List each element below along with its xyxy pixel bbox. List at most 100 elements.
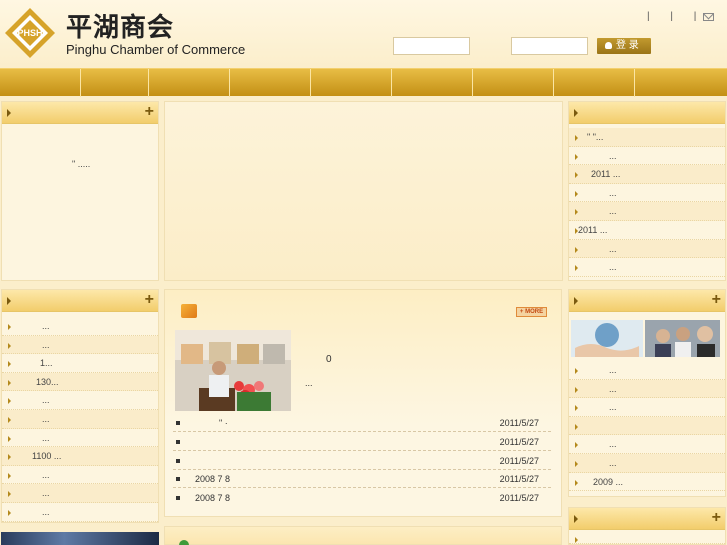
bullet-icon xyxy=(575,368,578,374)
globe-hands-photo[interactable] xyxy=(571,320,643,357)
center-news-panel: + MORE 0 ... " · 2011/5/27 2011/5/27 2011… xyxy=(164,289,562,517)
news-row[interactable]: 2011/5/27 xyxy=(173,452,551,470)
nav-item-6[interactable] xyxy=(392,69,473,97)
list-item[interactable]: ... xyxy=(569,239,725,259)
feature-news-photo[interactable] xyxy=(175,330,291,411)
plus-icon[interactable]: + xyxy=(712,291,721,309)
news-category-icon xyxy=(181,304,197,318)
phsh-logo-icon[interactable]: PHSH xyxy=(3,6,57,60)
logo-badge-text: PHSH xyxy=(17,28,42,38)
bullet-icon xyxy=(575,153,578,160)
nav-item-9[interactable] xyxy=(635,69,716,97)
right-panel-1: " "... ... 2011 ... ... ... 2011 ... ...… xyxy=(568,101,726,281)
right-panel-3: + xyxy=(568,507,726,545)
nav-item-3[interactable] xyxy=(149,69,230,97)
site-header: PHSH 平湖商会 Pinghu Chamber of Commerce | |… xyxy=(0,0,727,68)
plus-icon[interactable]: + xyxy=(712,509,721,527)
right-panel-2-header: + xyxy=(569,290,725,312)
arrow-right-icon xyxy=(7,297,11,305)
list-item[interactable]: ... xyxy=(569,453,725,473)
bullet-icon xyxy=(575,172,578,179)
list-item[interactable]: ... xyxy=(2,335,158,355)
list-item[interactable]: ... xyxy=(569,435,725,454)
list-item[interactable]: ... xyxy=(2,503,158,522)
feature-news-ellipsis[interactable]: ... xyxy=(305,378,313,388)
center-news-panel-2 xyxy=(164,526,562,545)
plus-icon[interactable]: + xyxy=(145,103,154,121)
bullet-icon xyxy=(8,342,11,349)
list-item[interactable]: 130... xyxy=(2,372,158,392)
arrow-right-icon xyxy=(574,515,578,523)
list-item[interactable]: 2011 ... xyxy=(569,221,725,240)
bullet-icon xyxy=(8,472,11,479)
main-nav xyxy=(0,68,727,97)
list-item[interactable]: 1100 ... xyxy=(2,447,158,466)
bullet-icon xyxy=(176,440,180,444)
list-item[interactable]: ... xyxy=(2,409,158,429)
list-item[interactable] xyxy=(569,416,725,436)
left-panel-1-text[interactable]: " ..... xyxy=(72,159,90,169)
bullet-icon xyxy=(8,454,11,461)
news-row[interactable]: 2011/5/27 xyxy=(173,433,551,451)
bullet-icon xyxy=(176,421,180,425)
nav-item-7[interactable] xyxy=(473,69,554,97)
bullet-icon xyxy=(575,423,578,430)
right-panel-2: + ... ... ... ... ... 2009 ... xyxy=(568,289,726,497)
bullet-icon xyxy=(575,386,578,393)
bullet-icon xyxy=(575,190,578,197)
list-item[interactable]: ... xyxy=(2,391,158,410)
bullet-icon xyxy=(8,416,11,423)
left-panel-1: + " ..... xyxy=(1,101,159,281)
plus-icon[interactable]: + xyxy=(145,291,154,309)
more-button[interactable]: + MORE xyxy=(516,307,547,317)
list-item[interactable]: 2011 ... xyxy=(569,165,725,184)
list-item[interactable]: ... xyxy=(569,147,725,166)
list-item[interactable]: 2009 ... xyxy=(569,473,725,492)
nav-item-4[interactable] xyxy=(230,69,311,97)
news-row[interactable]: 2008 7 8 2011/5/27 xyxy=(173,470,551,488)
list-item[interactable]: ... xyxy=(569,202,725,221)
left-panel-2: + ... ... 1... 130... ... ... ... 1100 .… xyxy=(1,289,159,523)
bullet-icon xyxy=(575,135,578,141)
nav-item-2[interactable] xyxy=(68,69,149,97)
list-item[interactable]: ... xyxy=(2,466,158,485)
nav-item-5[interactable] xyxy=(311,69,392,97)
bullet-icon xyxy=(8,379,11,386)
list-item[interactable]: ... xyxy=(569,184,725,203)
news-row[interactable]: " · 2011/5/27 xyxy=(173,414,551,432)
list-item[interactable]: ... xyxy=(569,258,725,277)
bullet-icon xyxy=(575,442,578,449)
bullet-icon xyxy=(8,435,11,442)
list-item[interactable]: ... xyxy=(569,361,725,380)
bullet-icon xyxy=(176,496,180,500)
username-input[interactable] xyxy=(393,37,470,55)
arrow-right-icon xyxy=(7,109,11,117)
bullet-icon xyxy=(8,324,11,330)
nav-item-8[interactable] xyxy=(554,69,635,97)
list-item[interactable]: ... xyxy=(2,429,158,448)
list-item[interactable]: ... xyxy=(2,317,158,336)
right-panel-3-header: + xyxy=(569,508,725,530)
list-item[interactable] xyxy=(569,530,725,544)
list-item[interactable]: " "... xyxy=(569,128,725,147)
list-item[interactable]: 1... xyxy=(2,354,158,373)
right-panel-2-list: ... ... ... ... ... 2009 ... xyxy=(569,361,725,492)
list-item[interactable]: ... xyxy=(2,484,158,503)
people-photo[interactable] xyxy=(645,320,720,357)
bottom-left-photo[interactable] xyxy=(1,532,159,545)
login-button[interactable]: 登 录 xyxy=(597,38,651,54)
right-panel-1-header xyxy=(569,102,725,124)
top-links[interactable]: | | | xyxy=(647,11,705,22)
list-item[interactable]: ... xyxy=(569,398,725,417)
bullet-icon xyxy=(575,209,578,216)
news-row[interactable]: 2008 7 8 2011/5/27 xyxy=(173,489,551,507)
bullet-icon xyxy=(8,361,11,368)
password-input[interactable] xyxy=(511,37,588,55)
news-category-icon xyxy=(179,540,189,545)
list-item[interactable]: ... xyxy=(569,379,725,399)
bullet-icon xyxy=(8,509,11,516)
bullet-icon xyxy=(575,460,578,467)
login-button-label: 登 录 xyxy=(616,40,639,51)
mail-icon[interactable] xyxy=(703,13,714,21)
bullet-icon xyxy=(176,459,180,463)
